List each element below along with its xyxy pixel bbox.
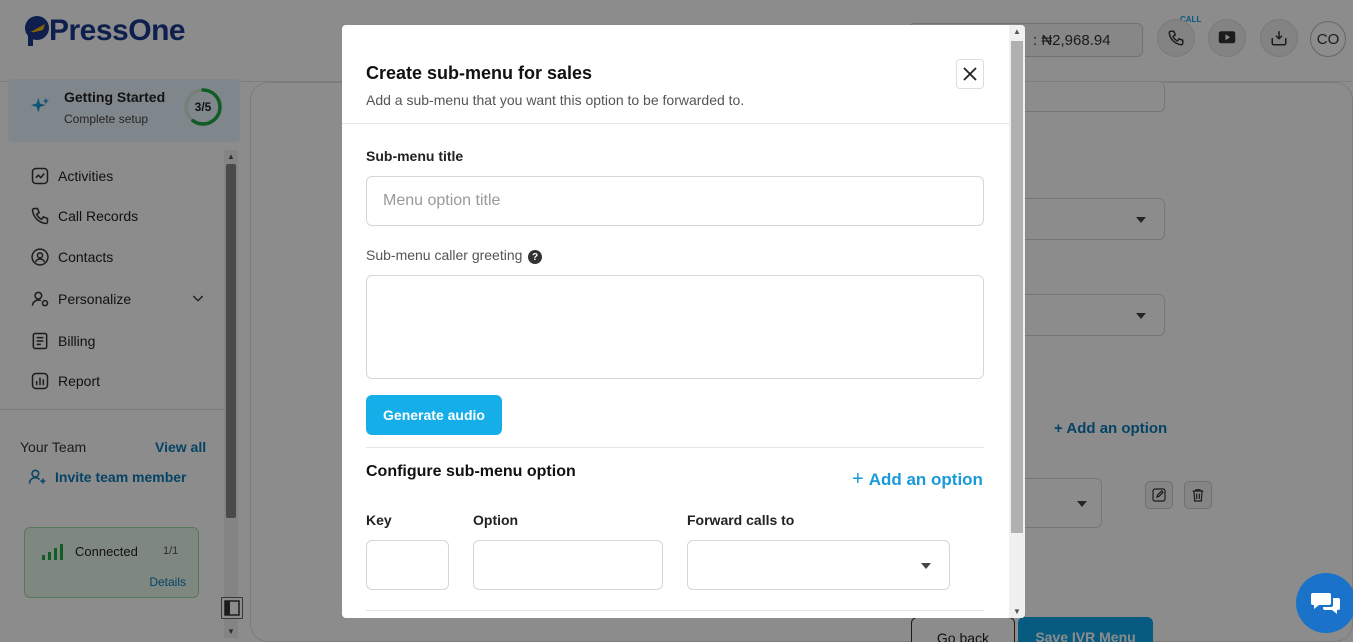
option-column-label: Option	[473, 512, 519, 528]
chat-icon	[1311, 593, 1340, 614]
help-icon[interactable]: ?	[528, 250, 542, 264]
caller-greeting-textarea[interactable]	[366, 275, 984, 379]
live-chat-button[interactable]	[1296, 573, 1353, 633]
close-modal-button[interactable]	[956, 59, 984, 89]
caret-down-icon	[921, 563, 931, 569]
forward-calls-select[interactable]	[687, 540, 950, 590]
submenu-title-input[interactable]	[366, 176, 984, 226]
modal-scrollbar[interactable]: ▲ ▼	[1009, 25, 1025, 618]
row-divider	[366, 610, 984, 611]
forward-column-label: Forward calls to	[687, 512, 795, 528]
option-input[interactable]	[473, 540, 663, 590]
modal-header-divider	[342, 123, 1009, 124]
generate-audio-button[interactable]: Generate audio	[366, 395, 502, 435]
scroll-down-icon[interactable]: ▼	[1013, 607, 1021, 616]
add-option-button[interactable]: + Add an option	[852, 468, 983, 491]
modal-title: Create sub-menu for sales	[366, 63, 593, 83]
submenu-title-label: Sub-menu title	[366, 148, 464, 164]
plus-icon: +	[852, 468, 864, 490]
modal-subtitle: Add a sub-menu that you want this option…	[366, 92, 745, 108]
scroll-up-icon[interactable]: ▲	[1013, 27, 1021, 36]
section-divider	[366, 447, 984, 448]
configure-submenu-title: Configure sub-menu option	[366, 463, 576, 480]
modal-scroll-thumb[interactable]	[1011, 41, 1023, 533]
create-submenu-modal: Create sub-menu for sales Add a sub-menu…	[342, 25, 1025, 618]
key-column-label: Key	[366, 512, 392, 528]
add-option-label: Add an option	[868, 469, 983, 489]
close-icon	[963, 67, 977, 81]
key-input[interactable]	[366, 540, 449, 590]
caller-greeting-label: Sub-menu caller greeting	[366, 247, 523, 263]
